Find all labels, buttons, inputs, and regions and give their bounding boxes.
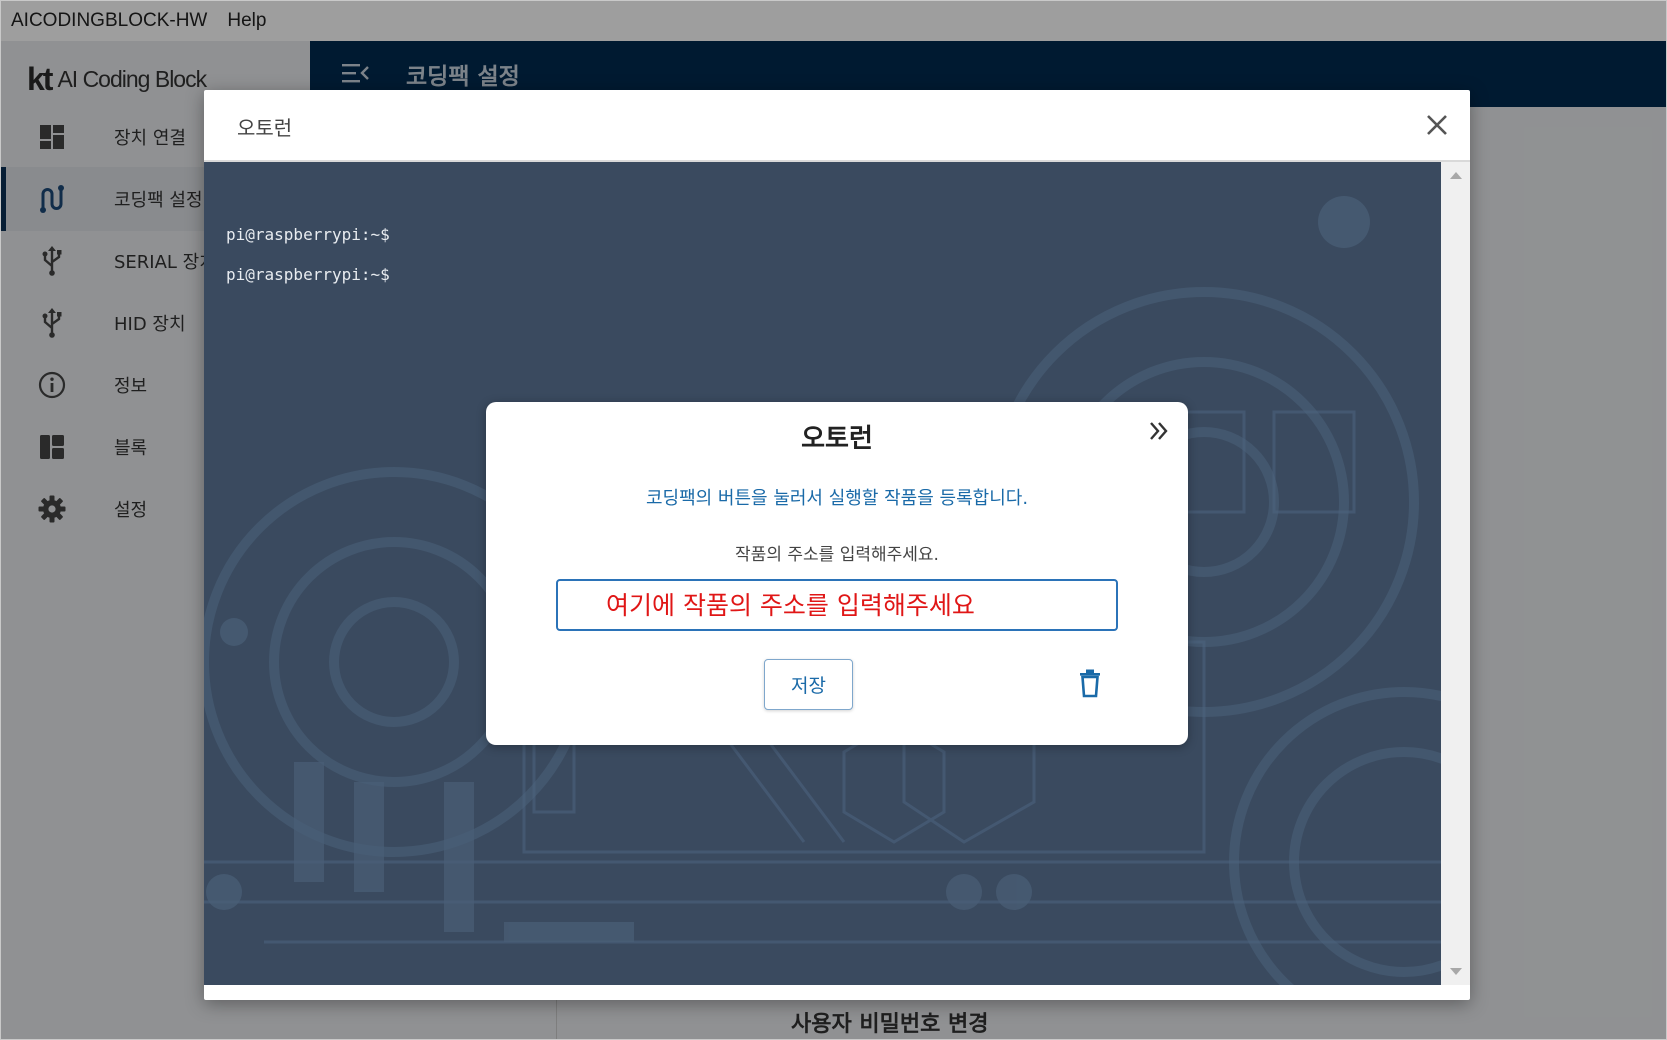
- scroll-down-arrow-icon[interactable]: [1450, 968, 1462, 975]
- close-icon[interactable]: [1420, 108, 1454, 142]
- project-url-input[interactable]: [556, 579, 1118, 631]
- popup-title: 오토런: [801, 424, 873, 454]
- dialog-title: 오토런: [237, 116, 293, 140]
- terminal-line: pi@raspberrypi:~$: [226, 225, 390, 244]
- vertical-scrollbar[interactable]: [1441, 162, 1470, 985]
- popup-instruction: 작품의 주소를 입력해주세요.: [735, 545, 939, 565]
- autorun-popup: 오토런 코딩팩의 버튼을 눌러서 실행할 작품을 등록합니다. 작품의 주소를 …: [486, 402, 1188, 745]
- app-window: AICODINGBLOCK-HW Help kt AI Coding Block…: [0, 0, 1667, 1040]
- save-button[interactable]: 저장: [764, 659, 853, 710]
- terminal-line: pi@raspberrypi:~$: [226, 265, 390, 284]
- chevron-double-right-icon[interactable]: [1146, 418, 1172, 444]
- trash-icon[interactable]: [1078, 668, 1102, 698]
- popup-description: 코딩팩의 버튼을 눌러서 실행할 작품을 등록합니다.: [645, 488, 1029, 509]
- scroll-up-arrow-icon[interactable]: [1450, 172, 1462, 179]
